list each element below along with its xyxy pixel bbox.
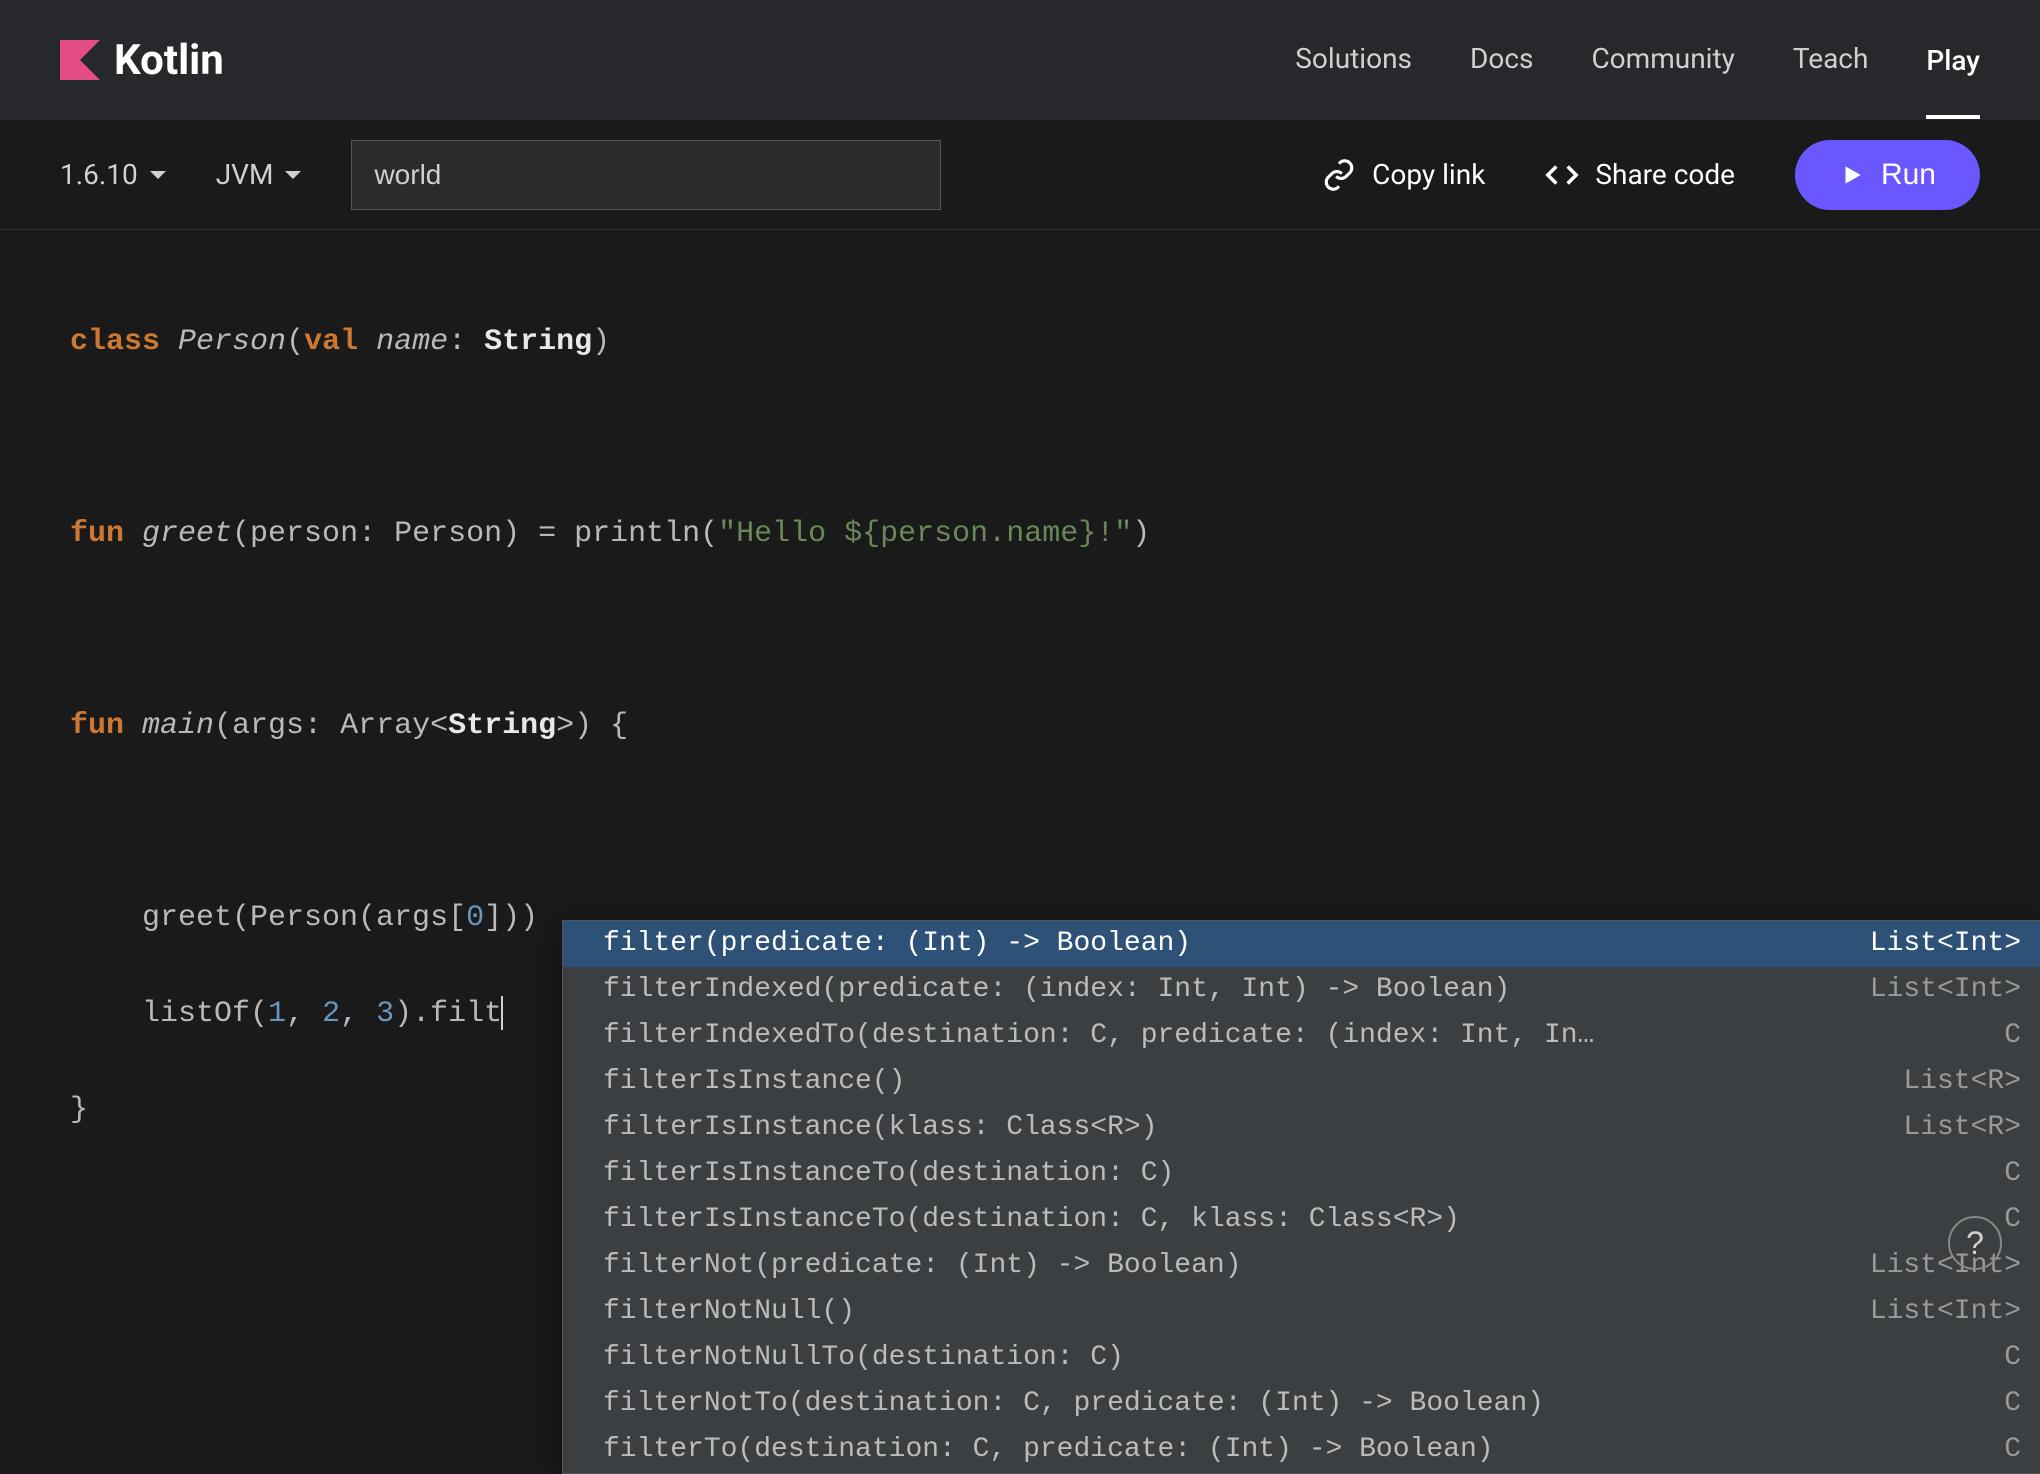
nav-teach[interactable]: Teach (1793, 42, 1869, 79)
help-button[interactable]: ? (1948, 1216, 2002, 1270)
chevron-down-icon (150, 171, 166, 179)
share-code-button[interactable]: Share code (1545, 158, 1735, 192)
program-args-input[interactable] (351, 140, 941, 210)
nav-community[interactable]: Community (1591, 42, 1734, 79)
autocomplete-signature: filterTo(destination: C, predicate: (Int… (603, 1429, 1494, 1471)
code-icon (1545, 158, 1579, 192)
autocomplete-signature: filterNot(predicate: (Int) -> Boolean) (603, 1245, 1242, 1287)
toolbar-left: 1.6.10 JVM (60, 140, 941, 210)
autocomplete-return-type: List<Int> (1870, 969, 2021, 1011)
autocomplete-item[interactable]: filter(predicate: (Int) -> Boolean) List<… (563, 921, 2040, 967)
autocomplete-item[interactable]: filterIsInstanceTo(destination: C, klass… (563, 1197, 2040, 1243)
version-label: 1.6.10 (60, 158, 138, 191)
brand-logo[interactable]: Kotlin (60, 36, 224, 85)
target-label: JVM (216, 158, 274, 191)
autocomplete-signature: filterIndexedTo(destination: C, predicat… (603, 1015, 1594, 1057)
copy-link-label: Copy link (1372, 158, 1485, 191)
autocomplete-return-type: List<Int> (1870, 1291, 2021, 1333)
play-icon (1839, 162, 1865, 188)
brand-name: Kotlin (114, 36, 224, 85)
autocomplete-return-type: C (2004, 1429, 2021, 1471)
autocomplete-signature: filter(predicate: (Int) -> Boolean) (603, 923, 1191, 965)
nav-docs[interactable]: Docs (1470, 42, 1533, 79)
autocomplete-item[interactable]: filterTo(destination: C, predicate: (Int… (563, 1427, 2040, 1473)
help-icon: ? (1966, 1225, 1984, 1262)
autocomplete-return-type: List<R> (1903, 1061, 2021, 1103)
share-code-label: Share code (1595, 158, 1735, 191)
autocomplete-return-type: C (2004, 1199, 2021, 1241)
autocomplete-return-type: List<Int> (1870, 923, 2021, 965)
autocomplete-item[interactable]: filterIsInstance() List<R> (563, 1059, 2040, 1105)
autocomplete-signature: filterIsInstanceTo(destination: C) (603, 1153, 1174, 1195)
target-dropdown[interactable]: JVM (216, 158, 302, 191)
code-line: fun greet(person: Person) = println("Hel… (70, 510, 1970, 558)
main-nav: Solutions Docs Community Teach Play (1295, 42, 1980, 79)
autocomplete-signature: filterNotTo(destination: C, predicate: (… (603, 1383, 1544, 1425)
autocomplete-signature: filterIsInstanceTo(destination: C, klass… (603, 1199, 1460, 1241)
code-line (70, 606, 1970, 654)
autocomplete-return-type: C (2004, 1153, 2021, 1195)
code-line (70, 414, 1970, 462)
kotlin-logo-icon (60, 40, 100, 80)
autocomplete-signature: filterIndexed(predicate: (index: Int, In… (603, 969, 1510, 1011)
version-dropdown[interactable]: 1.6.10 (60, 158, 166, 191)
autocomplete-item[interactable]: filterNotNullTo(destination: C) C (563, 1335, 2040, 1381)
code-line: fun main(args: Array<String>) { (70, 702, 1970, 750)
run-button[interactable]: Run (1795, 140, 1980, 210)
autocomplete-item[interactable]: filterIsInstance(klass: Class<R>) List<R> (563, 1105, 2040, 1151)
run-label: Run (1881, 158, 1936, 192)
autocomplete-item[interactable]: filterIsInstanceTo(destination: C) C (563, 1151, 2040, 1197)
autocomplete-item[interactable]: filterIndexedTo(destination: C, predicat… (563, 1013, 2040, 1059)
autocomplete-signature: filterIsInstance(klass: Class<R>) (603, 1107, 1158, 1149)
autocomplete-item[interactable]: filterNot(predicate: (Int) -> Boolean)Li… (563, 1243, 2040, 1289)
nav-solutions[interactable]: Solutions (1295, 42, 1412, 79)
header: Kotlin Solutions Docs Community Teach Pl… (0, 0, 2040, 120)
autocomplete-return-type: C (2004, 1337, 2021, 1379)
toolbar-right: Copy link Share code Run (1322, 140, 1980, 210)
toolbar: 1.6.10 JVM Copy link Share code (0, 120, 2040, 230)
autocomplete-return-type: C (2004, 1015, 2021, 1057)
autocomplete-item[interactable]: filterNotTo(destination: C, predicate: (… (563, 1381, 2040, 1427)
code-line (70, 798, 1970, 846)
code-editor[interactable]: class Person(val name: String) fun greet… (0, 230, 2040, 1366)
autocomplete-signature: filterNotNull() (603, 1291, 855, 1333)
autocomplete-signature: filterIsInstance() (603, 1061, 905, 1103)
autocomplete-signature: filterNotNullTo(destination: C) (603, 1337, 1124, 1379)
code-line: class Person(val name: String) (70, 318, 1970, 366)
autocomplete-return-type: C (2004, 1383, 2021, 1425)
autocomplete-item[interactable]: filterNotNull() List<Int> (563, 1289, 2040, 1335)
nav-play[interactable]: Play (1926, 44, 1980, 119)
link-icon (1322, 158, 1356, 192)
copy-link-button[interactable]: Copy link (1322, 158, 1485, 192)
chevron-down-icon (285, 171, 301, 179)
autocomplete-return-type: List<R> (1903, 1107, 2021, 1149)
autocomplete-popup: filter(predicate: (Int) -> Boolean) List<… (562, 920, 2040, 1474)
text-cursor (501, 996, 503, 1030)
autocomplete-item[interactable]: filterIndexed(predicate: (index: Int, In… (563, 967, 2040, 1013)
